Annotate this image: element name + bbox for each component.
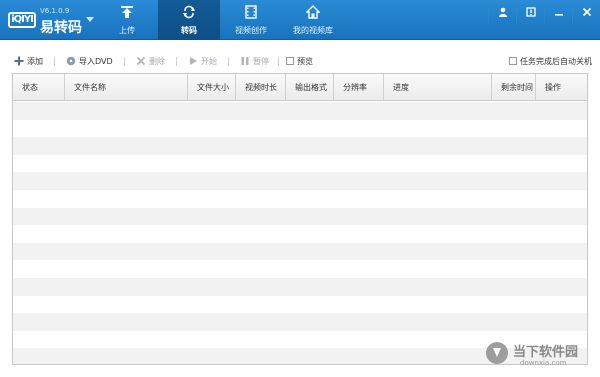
app-version: V6.1.0.9 [40,7,70,15]
tab-video-library[interactable]: 我的视频库 [282,0,344,40]
toolbar-divider [124,57,125,66]
film-icon [245,5,257,19]
start-label: 开始 [201,56,217,66]
site-watermark: 当下软件园 downxia.com [486,340,598,370]
empty-row [13,260,587,278]
empty-row [13,242,587,261]
add-button[interactable]: 添加 [14,55,43,67]
column-header-remaining-time[interactable]: 剩余时间 [492,74,536,101]
info-icon [526,7,536,17]
preview-checkbox-box[interactable] [286,57,294,65]
column-header-output-format[interactable]: 输出格式 [286,74,334,101]
empty-row [13,137,587,155]
play-icon [190,57,197,65]
toolbar-divider [228,57,229,66]
tab-upload-label: 上传 [119,26,135,35]
delete-label: 删除 [149,56,165,66]
delete-button[interactable]: 删除 [136,55,165,67]
title-bar: iQIYI V6.1.0.9 易转码 上传 转码 视频创作 我的视频库 [0,0,600,40]
menu-dropdown-icon[interactable] [86,17,94,22]
user-icon [499,7,507,17]
home-icon [306,5,320,19]
empty-row [13,295,587,314]
iqiyi-logo: iQIYI [8,12,36,28]
plus-icon [14,56,24,66]
download-arrow-icon [486,342,508,364]
empty-row [13,189,587,208]
toolbar: 添加 导入DVD 删除 开始 暂停 预览 任务完成后自动关机 [0,52,600,70]
upload-icon [121,6,133,18]
tab-convert-label: 转码 [181,26,197,35]
minimize-button[interactable] [544,0,572,24]
task-table: 状态 文件名称 文件大小 视频时长 输出格式 分辨率 进度 剩余时间 操作 [12,73,588,365]
import-dvd-button[interactable]: 导入DVD [66,55,113,67]
watermark-subtitle: downxia.com [520,359,567,367]
tab-video-library-label: 我的视频库 [293,26,333,35]
column-header-actions[interactable]: 操作 [536,74,587,101]
empty-row [13,172,587,190]
empty-row [13,207,587,226]
window-controls [488,0,600,24]
pause-button[interactable]: 暂停 [240,55,269,67]
preview-label: 预览 [297,56,313,66]
empty-row [13,313,587,331]
user-button[interactable] [488,0,516,24]
preview-checkbox[interactable]: 预览 [286,55,313,67]
empty-row [13,102,587,120]
pause-icon [241,57,249,65]
info-button[interactable] [516,0,544,24]
convert-icon [183,5,195,19]
empty-row [13,277,587,296]
toolbar-divider [278,57,279,66]
table-body [13,102,587,364]
column-header-filename[interactable]: 文件名称 [65,74,188,101]
auto-shutdown-label: 任务完成后自动关机 [520,56,592,66]
table-header: 状态 文件名称 文件大小 视频时长 输出格式 分辨率 进度 剩余时间 操作 [13,74,587,101]
tab-video-create-label: 视频创作 [235,26,267,35]
column-header-status[interactable]: 状态 [13,74,65,101]
add-label: 添加 [27,56,43,66]
column-header-progress[interactable]: 进度 [384,74,492,101]
main-nav: 上传 转码 视频创作 我的视频库 [96,0,344,40]
import-dvd-label: 导入DVD [79,56,113,66]
tab-convert[interactable]: 转码 [158,0,220,40]
column-header-duration[interactable]: 视频时长 [236,74,286,101]
delete-icon [136,56,146,66]
close-button[interactable] [572,0,600,24]
tab-video-create[interactable]: 视频创作 [220,0,282,40]
pause-label: 暂停 [253,56,269,66]
empty-row [13,119,587,138]
close-icon [582,7,592,17]
auto-shutdown-checkbox-box[interactable] [509,57,517,65]
app-name: 易转码 [40,20,82,36]
minimize-icon [555,14,563,16]
auto-shutdown-checkbox[interactable]: 任务完成后自动关机 [509,55,592,67]
tab-upload[interactable]: 上传 [96,0,158,40]
disc-icon [66,56,76,66]
empty-row [13,154,587,173]
start-button[interactable]: 开始 [188,55,217,67]
column-header-resolution[interactable]: 分辨率 [334,74,384,101]
app-logo: iQIYI V6.1.0.9 易转码 [8,6,90,36]
empty-row [13,225,587,243]
toolbar-divider [176,57,177,66]
toolbar-divider [54,57,55,66]
column-header-filesize[interactable]: 文件大小 [188,74,236,101]
watermark-title: 当下软件园 [513,345,579,360]
